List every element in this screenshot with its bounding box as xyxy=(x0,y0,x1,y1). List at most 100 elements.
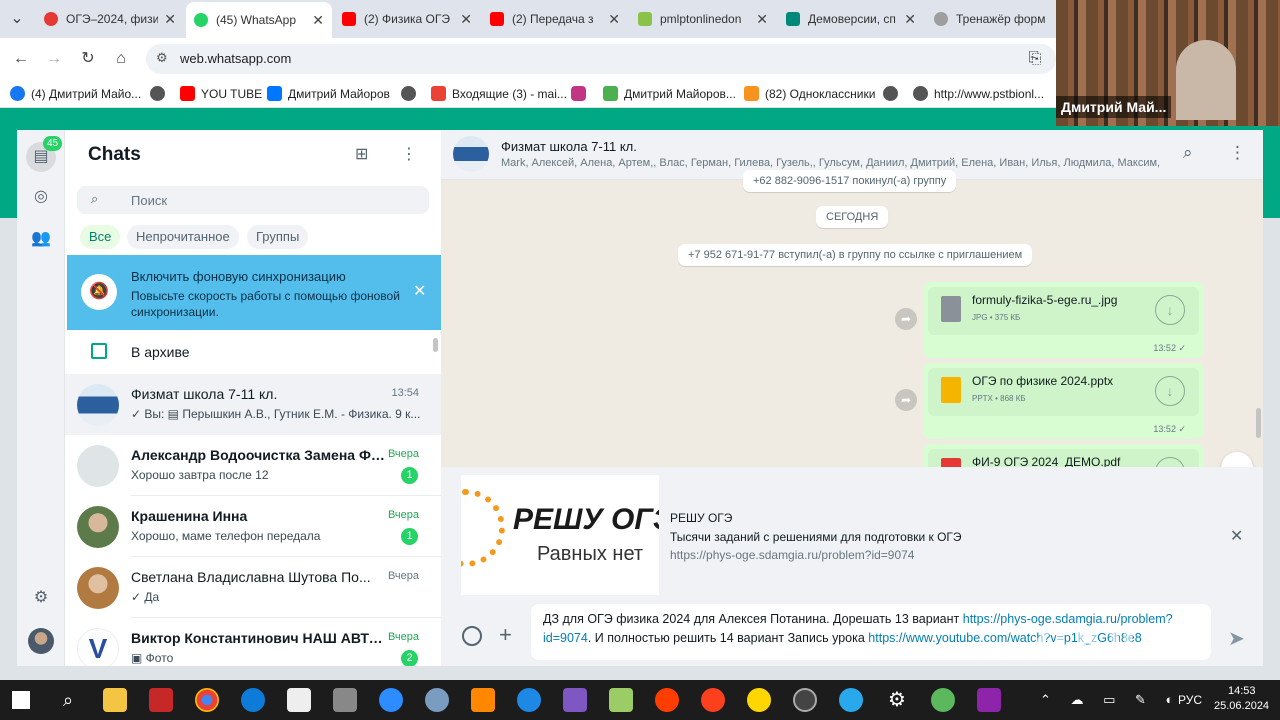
reload-icon[interactable]: ↻ xyxy=(77,48,99,70)
person xyxy=(1176,40,1236,120)
clock-time[interactable]: 14:53 xyxy=(1228,685,1256,697)
chat-row[interactable]: Александр Водоочистка Замена Фи... Хорош… xyxy=(65,435,441,496)
forward-icon[interactable]: ➦ xyxy=(895,308,917,330)
tab-label: Демоверсии, сп xyxy=(808,12,896,26)
clock-date[interactable]: 25.06.2024 xyxy=(1214,700,1269,712)
bookmark-instagram[interactable] xyxy=(571,86,592,101)
app-icon-globe[interactable] xyxy=(425,688,449,712)
archived-row[interactable]: В архиве xyxy=(65,330,441,374)
browser-tab-7[interactable]: Тренажёр форм xyxy=(926,4,1056,34)
close-icon[interactable]: ✕ xyxy=(413,281,426,301)
new-chat-icon[interactable]: ⊞ xyxy=(355,144,375,164)
telegram-icon[interactable] xyxy=(839,688,863,712)
attach-plus-icon[interactable]: + xyxy=(499,622,512,648)
send-icon[interactable]: ➤ xyxy=(1228,626,1245,651)
download-icon[interactable]: ↓ xyxy=(1155,376,1185,406)
site-info-icon[interactable]: ⚙ xyxy=(156,50,168,66)
browser-tab-3[interactable]: (2) Физика ОГЭ ✕ xyxy=(334,4,480,34)
document-message[interactable]: ОГЭ по физике 2024.pptx PPTX • 868 КБ ↓ … xyxy=(923,363,1204,439)
search-icon[interactable]: ⌕ xyxy=(56,688,80,712)
filter-groups[interactable]: Группы xyxy=(247,225,309,249)
chrome-icon[interactable] xyxy=(195,688,219,712)
filter-unread[interactable]: Непрочитанное xyxy=(127,225,239,249)
document-message[interactable]: formuly-fizika-5-ege.ru_.jpg JPG • 375 К… xyxy=(923,282,1204,358)
back-arrow-icon[interactable]: ← xyxy=(10,48,32,70)
bookmark-green[interactable]: Дмитрий Майоров... xyxy=(603,86,736,101)
url-input[interactable]: ⚙ web.whatsapp.com xyxy=(146,44,1056,74)
torrent-icon[interactable] xyxy=(931,688,955,712)
close-icon[interactable]: ✕ xyxy=(1230,526,1243,546)
app-icon-circle[interactable] xyxy=(793,688,817,712)
browser-tab-1[interactable]: ОГЭ–2024, физи ✕ xyxy=(36,4,184,34)
chat-row[interactable]: V Виктор Константинович НАШ АВТО... ▣ Фо… xyxy=(65,618,441,666)
app-icon-archive[interactable] xyxy=(977,688,1001,712)
browser-tab-4[interactable]: (2) Передача з ✕ xyxy=(482,4,628,34)
bookmark-label: (82) Одноклассники xyxy=(765,86,876,101)
bookmark-globe-2[interactable] xyxy=(401,86,422,101)
browser-tab-whatsapp[interactable]: (45) WhatsApp ✕ xyxy=(186,2,332,38)
chats-unread-badge: 45 xyxy=(43,136,63,151)
menu-dots-icon[interactable]: ⋮ xyxy=(1229,143,1246,163)
background-sync-banner[interactable]: 🔕 Включить фоновую синхронизацию Повысьт… xyxy=(67,255,441,330)
bookmark-facebook[interactable]: (4) Дмитрий Майо... xyxy=(10,86,141,101)
install-app-icon[interactable]: ⎘ xyxy=(1024,48,1046,70)
yandex-browser-icon[interactable] xyxy=(655,688,679,712)
app-icon-yellow[interactable] xyxy=(747,688,771,712)
tab-list-chevron-icon[interactable]: ⌄ xyxy=(6,8,28,30)
language-indicator[interactable]: РУС xyxy=(1178,693,1202,707)
app-icon-red[interactable] xyxy=(149,688,173,712)
app-icon-notepad[interactable] xyxy=(609,688,633,712)
browser-tab-6[interactable]: Демоверсии, сп ✕ xyxy=(778,4,924,34)
yandex-icon[interactable] xyxy=(701,688,725,712)
calculator-icon[interactable] xyxy=(333,688,357,712)
windows-start-icon[interactable] xyxy=(12,691,30,709)
status-icon[interactable]: ◎ xyxy=(29,185,53,209)
chat-list-scrollbar[interactable] xyxy=(433,338,438,352)
bookmark-globe-3[interactable] xyxy=(883,86,904,101)
file-explorer-icon[interactable] xyxy=(103,688,127,712)
download-icon[interactable]: ↓ xyxy=(1155,295,1185,325)
close-icon[interactable]: ✕ xyxy=(756,11,768,28)
forward-arrow-icon[interactable]: → xyxy=(43,48,65,70)
odnoklassniki-icon xyxy=(744,86,759,101)
chat-row[interactable]: Крашенина Инна Хорошо, маме телефон пере… xyxy=(65,496,441,557)
settings-gear-icon[interactable]: ⚙ xyxy=(29,586,53,610)
bookmark-odnoklassniki[interactable]: (82) Одноклассники xyxy=(744,86,875,101)
emoji-icon[interactable] xyxy=(462,626,482,646)
search-icon[interactable]: ⌕ xyxy=(1183,143,1193,163)
browser-tab-5[interactable]: pmlptonlinedon ✕ xyxy=(630,4,776,34)
settings-gear-icon[interactable]: ⚙ xyxy=(885,688,909,712)
close-icon[interactable]: ✕ xyxy=(608,11,620,28)
app-icon-purple[interactable] xyxy=(563,688,587,712)
date-divider: СЕГОДНЯ xyxy=(816,206,889,228)
edge-icon[interactable] xyxy=(241,688,265,712)
bookmark-globe-1[interactable] xyxy=(150,86,171,101)
system-tray-icons[interactable]: ⌃ ☁ ▭ ✎ ◐ xyxy=(1040,692,1181,708)
menu-dots-icon[interactable]: ⋮ xyxy=(399,144,419,164)
zoom-icon[interactable] xyxy=(379,688,403,712)
chat-name: Крашенина Инна xyxy=(131,508,248,524)
bookmark-youtube[interactable]: YOU TUBE xyxy=(180,86,262,101)
chat-last-message: ✓ Вы: ▤ Перышкин А.В., Гутник Е.М. - Физ… xyxy=(131,407,421,421)
search-input[interactable]: ⌕ Поиск xyxy=(77,186,429,214)
forward-icon[interactable]: ➦ xyxy=(895,389,917,411)
home-icon[interactable]: ⌂ xyxy=(110,48,132,70)
close-icon[interactable]: ✕ xyxy=(164,11,176,28)
close-icon[interactable]: ✕ xyxy=(904,11,916,28)
vlc-icon[interactable] xyxy=(471,688,495,712)
bookmark-pstbion[interactable]: http://www.pstbionl... xyxy=(913,86,1044,101)
profile-avatar[interactable] xyxy=(28,628,54,654)
close-icon[interactable]: ✕ xyxy=(460,11,472,28)
chat-row[interactable]: Светлана Владиславна Шутова По... ✓ Да В… xyxy=(65,557,441,618)
communities-icon[interactable]: 👥 xyxy=(29,227,53,251)
close-icon[interactable]: ✕ xyxy=(312,12,324,29)
conversation-scrollbar[interactable] xyxy=(1256,408,1261,438)
filter-all[interactable]: Все xyxy=(80,225,121,249)
conversation-title: Физмат школа 7-11 кл. xyxy=(501,139,637,154)
app-icon-blue[interactable] xyxy=(517,688,541,712)
bookmark-gmail[interactable]: Входящие (3) - mai... xyxy=(431,86,567,101)
bookmark-label: Входящие (3) - mai... xyxy=(452,86,567,101)
store-icon[interactable] xyxy=(287,688,311,712)
bookmark-vk[interactable]: Дмитрий Майоров xyxy=(267,86,390,101)
chat-row[interactable]: Физмат школа 7-11 кл. ✓ Вы: ▤ Перышкин А… xyxy=(65,374,441,435)
